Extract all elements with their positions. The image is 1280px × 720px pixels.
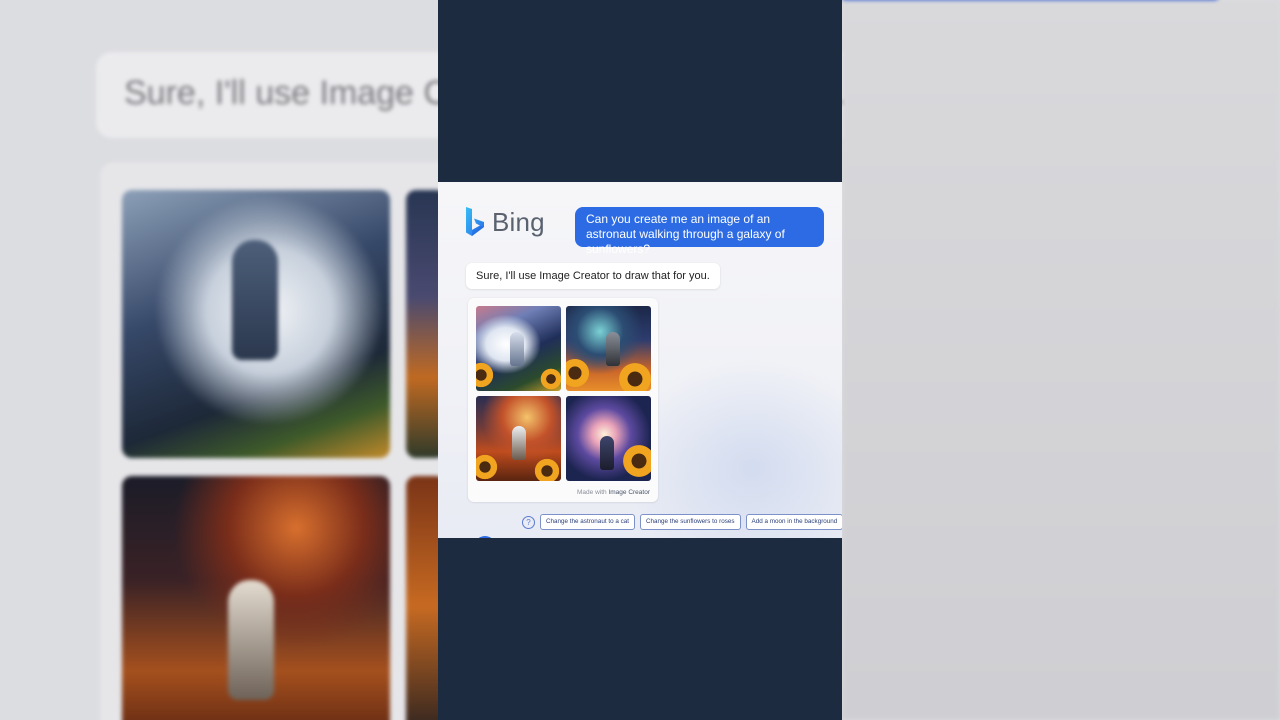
image-creator-link[interactable]: Image Creator xyxy=(608,489,650,496)
image-creator-card: Made with Image Creator xyxy=(468,298,658,502)
chat-avatar xyxy=(474,536,496,538)
sunflower xyxy=(618,362,651,391)
bing-wordmark: Bing xyxy=(492,206,545,237)
sunflower xyxy=(534,458,560,481)
generated-image-1[interactable] xyxy=(476,306,561,391)
suggestion-chips: ? Change the astronaut to a cat Change t… xyxy=(522,514,842,530)
generated-image-2[interactable] xyxy=(566,306,651,391)
bing-logo-icon xyxy=(464,206,486,238)
made-with-credit: Made with Image Creator xyxy=(577,489,650,496)
bing-chat-panel: Bing Can you create me an image of an as… xyxy=(438,182,842,538)
astronaut-figure xyxy=(512,426,526,460)
astronaut-figure xyxy=(606,332,620,366)
astronaut-figure xyxy=(600,436,614,470)
background-astronaut-1 xyxy=(232,240,278,360)
background-right-area xyxy=(842,0,1280,720)
question-circle-icon[interactable]: ? xyxy=(522,515,535,529)
sunflower xyxy=(622,444,651,478)
sunflower xyxy=(540,368,561,390)
sunflower xyxy=(476,454,498,480)
background-bubble-text: Sure, I'll use Image C xyxy=(124,74,448,112)
user-message-bubble: Can you create me an image of an astrona… xyxy=(575,207,824,256)
made-with-prefix: Made with xyxy=(577,489,609,496)
astronaut-figure xyxy=(510,332,524,366)
background-astronaut-2 xyxy=(228,580,274,700)
suggestion-chip-cat[interactable]: Change the astronaut to a cat xyxy=(540,514,635,530)
bing-logo: Bing xyxy=(464,206,545,238)
bot-message-bubble: Sure, I'll use Image Creator to draw tha… xyxy=(466,263,720,289)
generated-image-4[interactable] xyxy=(566,396,651,481)
suggestion-chip-moon[interactable]: Add a moon in the background xyxy=(745,514,842,530)
suggestion-chip-roses[interactable]: Change the sunflowers to roses xyxy=(639,514,741,530)
sunflower xyxy=(566,358,590,388)
generated-image-3[interactable] xyxy=(476,396,561,481)
sunflower xyxy=(476,362,494,388)
